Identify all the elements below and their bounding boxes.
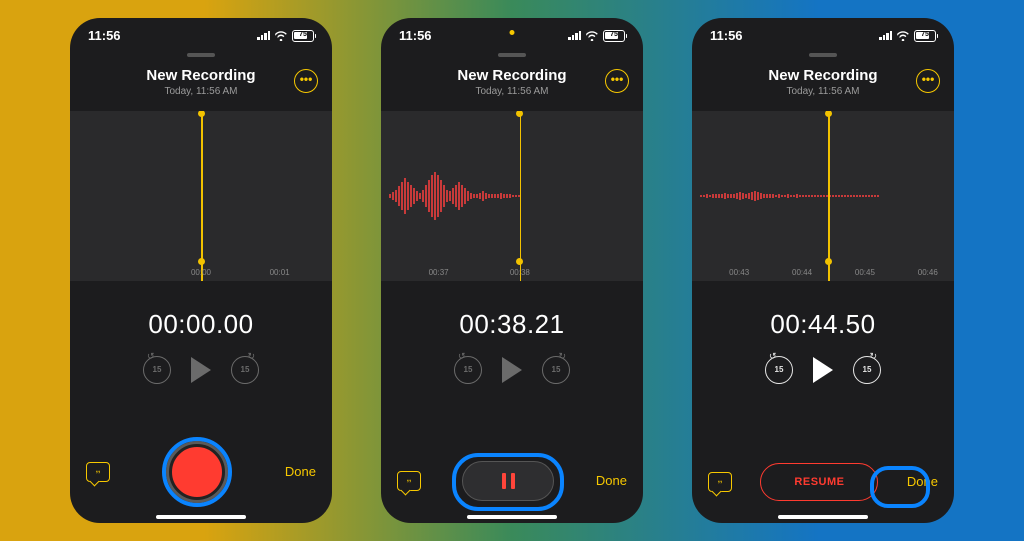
tick-label: 00:01 — [270, 268, 290, 277]
done-button[interactable]: Done — [596, 473, 627, 488]
status-time: 11:56 — [88, 28, 121, 43]
play-button[interactable] — [813, 357, 833, 383]
wifi-icon — [274, 31, 288, 41]
sheet-grip[interactable] — [498, 53, 526, 57]
waveform — [692, 166, 954, 226]
wifi-icon — [896, 31, 910, 41]
status-bar: 11:56 75 — [70, 18, 332, 45]
bottom-bar: ,, Done — [70, 443, 332, 501]
elapsed-time: 00:38.21 — [381, 309, 643, 340]
highlight-ring — [162, 437, 232, 507]
tick-label: 00:37 — [429, 268, 449, 277]
sheet-grip[interactable] — [809, 53, 837, 57]
done-wrap: Done — [907, 473, 938, 491]
done-wrap: Done — [285, 463, 316, 481]
tick-label: 00:43 — [729, 268, 749, 277]
recording-header: New Recording Today, 11:56 AM ••• — [692, 67, 954, 97]
waveform-area[interactable]: 00:43 00:44 00:45 00:46 — [692, 111, 954, 281]
record-button-wrap — [168, 443, 226, 501]
more-options-button[interactable]: ••• — [605, 69, 629, 93]
battery-icon: 75 — [292, 30, 314, 42]
recording-subtitle: Today, 11:56 AM — [84, 86, 318, 97]
tick-label: 00:00 — [191, 268, 211, 277]
playhead[interactable] — [201, 111, 203, 281]
elapsed-time: 00:44.50 — [692, 309, 954, 340]
skip-back-button[interactable]: ↺15 — [765, 356, 793, 384]
bottom-bar: ,, Done — [381, 461, 643, 501]
waveform-area[interactable]: 00:00 00:01 — [70, 111, 332, 281]
playhead[interactable] — [520, 111, 522, 281]
battery-icon: 75 — [603, 30, 625, 42]
insert-marker-button[interactable]: ,, — [708, 472, 732, 492]
battery-icon: 75 — [914, 30, 936, 42]
more-options-button[interactable]: ••• — [916, 69, 940, 93]
tick-label: 00:45 — [855, 268, 875, 277]
timeline-ticks: 00:43 00:44 00:45 00:46 — [692, 261, 954, 281]
timeline-ticks: 00:00 00:01 — [70, 261, 332, 281]
skip-forward-button[interactable]: ↻15 — [542, 356, 570, 384]
play-button[interactable] — [502, 357, 522, 383]
insert-marker-button[interactable]: ,, — [86, 462, 110, 482]
recording-title[interactable]: New Recording — [706, 67, 940, 84]
wifi-icon — [585, 31, 599, 41]
transport-controls: ↺15 ↻15 — [381, 356, 643, 384]
done-wrap: Done — [596, 472, 627, 490]
phone-1: 11:56 75 New Recording Today, 11:56 AM •… — [70, 18, 332, 523]
status-right: 75 — [257, 30, 314, 42]
skip-back-button[interactable]: ↺15 — [454, 356, 482, 384]
signal-icon — [568, 31, 581, 40]
home-indicator[interactable] — [156, 515, 246, 519]
tick-label: 00:46 — [918, 268, 938, 277]
tick-label: 00:38 — [510, 268, 530, 277]
recording-title[interactable]: New Recording — [395, 67, 629, 84]
recording-header: New Recording Today, 11:56 AM ••• — [70, 67, 332, 97]
recording-indicator-icon — [510, 30, 515, 35]
resume-button[interactable]: RESUME — [760, 463, 878, 501]
highlight-ring — [870, 466, 930, 508]
done-button[interactable]: Done — [285, 464, 316, 479]
status-right: 75 — [568, 30, 625, 42]
sheet-grip[interactable] — [187, 53, 215, 57]
status-bar: 11:56 75 — [692, 18, 954, 45]
transport-controls: ↺15 ↻15 — [692, 356, 954, 384]
bottom-bar: ,, RESUME Done — [692, 463, 954, 501]
pause-button-wrap — [462, 461, 554, 501]
status-time: 11:56 — [710, 28, 743, 43]
play-button[interactable] — [191, 357, 211, 383]
phone-3: 11:56 75 New Recording Today, 11:56 AM •… — [692, 18, 954, 523]
waveform-area[interactable]: 00:37 00:38 — [381, 111, 643, 281]
skip-forward-button[interactable]: ↻15 — [231, 356, 259, 384]
status-right: 75 — [879, 30, 936, 42]
home-indicator[interactable] — [467, 515, 557, 519]
highlight-ring — [452, 453, 564, 511]
recording-title[interactable]: New Recording — [84, 67, 318, 84]
playhead[interactable] — [828, 111, 830, 281]
signal-icon — [879, 31, 892, 40]
elapsed-time: 00:00.00 — [70, 309, 332, 340]
home-indicator[interactable] — [778, 515, 868, 519]
transport-controls: ↺15 ↻15 — [70, 356, 332, 384]
recording-subtitle: Today, 11:56 AM — [395, 86, 629, 97]
signal-icon — [257, 31, 270, 40]
insert-marker-button[interactable]: ,, — [397, 471, 421, 491]
more-options-button[interactable]: ••• — [294, 69, 318, 93]
skip-back-button[interactable]: ↺15 — [143, 356, 171, 384]
tick-label: 00:44 — [792, 268, 812, 277]
skip-forward-button[interactable]: ↻15 — [853, 356, 881, 384]
phone-2: 11:56 75 New Recording Today, 11:56 AM •… — [381, 18, 643, 523]
recording-subtitle: Today, 11:56 AM — [706, 86, 940, 97]
waveform — [381, 166, 643, 226]
status-time: 11:56 — [399, 28, 432, 43]
recording-header: New Recording Today, 11:56 AM ••• — [381, 67, 643, 97]
timeline-ticks: 00:37 00:38 — [381, 261, 643, 281]
